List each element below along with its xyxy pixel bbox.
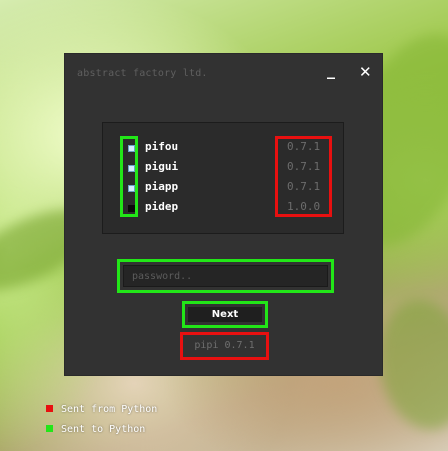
legend-item-sent-to-python: Sent to Python (46, 424, 145, 435)
package-name-pigui: pigui (145, 160, 179, 173)
package-list-panel: pifou pigui piapp pidep 0.7.1 0.7.1 0.7.… (102, 122, 344, 234)
package-name-pifou: pifou (145, 140, 179, 153)
package-version-pifou: 0.7.1 (287, 140, 321, 153)
package-version-pigui: 0.7.1 (287, 160, 321, 173)
package-name-piapp: piapp (145, 180, 179, 193)
status-indicator-pigui (128, 165, 135, 172)
package-name-pidep: pidep (145, 200, 179, 213)
status-indicators-highlight (120, 136, 138, 217)
versions-highlight: 0.7.1 0.7.1 0.7.1 1.0.0 (275, 136, 332, 217)
legend-label: Sent from Python (61, 404, 158, 415)
red-swatch-icon (46, 405, 53, 412)
minimize-button[interactable]: _ (327, 60, 335, 79)
status-indicator-pifou (128, 145, 135, 152)
close-button[interactable]: ✕ (359, 63, 372, 81)
status-indicator-pidep (128, 205, 135, 212)
legend-item-sent-from-python: Sent from Python (46, 404, 157, 415)
legend-label: Sent to Python (61, 424, 146, 435)
app-version-highlight: pipi 0.7.1 (180, 332, 269, 360)
status-indicator-piapp (128, 185, 135, 192)
green-swatch-icon (46, 425, 53, 432)
password-highlight (117, 259, 334, 293)
installer-window: abstract factory ltd. _ ✕ pifou pigui pi… (64, 53, 383, 376)
next-button[interactable]: Next (188, 307, 262, 322)
password-input[interactable] (123, 265, 328, 287)
window-title: abstract factory ltd. (77, 68, 208, 79)
next-button-highlight: Next (182, 301, 268, 328)
package-version-piapp: 0.7.1 (287, 180, 321, 193)
app-version-label: pipi 0.7.1 (194, 340, 255, 351)
package-version-pidep: 1.0.0 (287, 200, 321, 213)
